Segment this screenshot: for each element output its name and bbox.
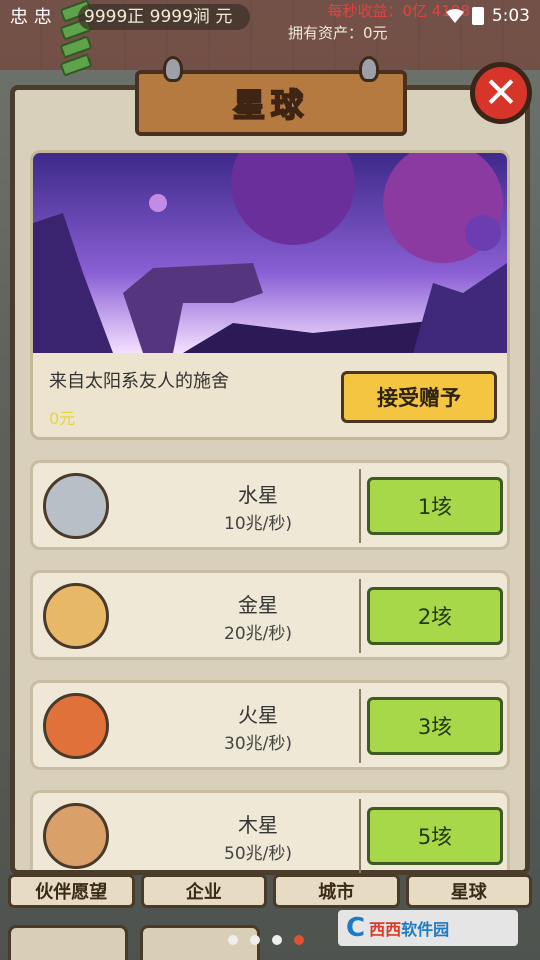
mercury-icon [43,473,109,539]
ranking-icon[interactable] [8,925,128,960]
jupiter-icon [43,803,109,869]
page-indicator [228,935,304,945]
planet-rate: 20兆/秒) [224,624,292,644]
feature-card: 来自太阳系友人的施舍 0元 接受赠予 [30,150,510,440]
planet-row: 木星 50兆/秒) 5垓 [30,790,510,873]
tab-enterprise[interactable]: 企业 [140,874,267,908]
status-bar: 忠 忠 5:03 [0,0,540,32]
space-scene-image [33,153,507,353]
battery-icon [471,7,484,25]
buy-planet-button[interactable]: 5垓 [367,807,503,865]
pin-icon [163,56,183,82]
bottom-tab-bar: 伙伴愿望 企业 城市 星球 [0,874,540,910]
watermark-suffix: 软件园 [401,920,450,939]
page-dot-active [294,935,304,945]
row-divider [359,469,361,543]
row-divider [359,579,361,653]
watermark-brand: 西西 [369,920,402,939]
pin-icon [359,56,379,82]
page-dot [250,935,260,945]
planet-name: 金星 [238,593,278,617]
modal-title: 星球 [232,85,309,125]
accept-gift-button[interactable]: 接受赠予 [341,371,497,423]
planet-rate: 10兆/秒) [224,514,292,534]
watermark: C 西西 软件园 [338,910,518,946]
planet-rate: 50兆/秒) [224,844,292,864]
tab-planet[interactable]: 星球 [405,874,532,908]
feature-price: 0元 [49,409,76,428]
venus-icon [43,583,109,649]
planet-name: 水星 [238,483,278,507]
row-divider [359,799,361,873]
page-dot [272,935,282,945]
feature-description: 来自太阳系友人的施舍 [49,371,229,392]
planet-row: 水星 10兆/秒) 1垓 [30,460,510,550]
buy-planet-button[interactable]: 3垓 [367,697,503,755]
planet-row: 金星 20兆/秒) 2垓 [30,570,510,660]
wifi-icon [445,9,464,23]
planet-rate: 30兆/秒) [224,734,292,754]
planet-name: 木星 [238,813,278,837]
tab-partner-wish[interactable]: 伙伴愿望 [8,874,135,908]
buy-planet-button[interactable]: 2垓 [367,587,503,645]
clock: 5:03 [491,6,530,26]
close-button[interactable]: ✕ [470,62,532,124]
row-divider [359,689,361,763]
modal-title-plank: 星球 [135,56,407,136]
mars-icon [43,693,109,759]
tab-city[interactable]: 城市 [273,874,400,908]
status-left-text: 忠 忠 [10,7,52,28]
planet-name: 火星 [238,703,278,727]
watermark-logo: C [346,913,366,943]
planet-row: 火星 30兆/秒) 3垓 [30,680,510,770]
page-dot [228,935,238,945]
close-x-icon: ✕ [483,68,519,117]
buy-planet-button[interactable]: 1垓 [367,477,503,535]
